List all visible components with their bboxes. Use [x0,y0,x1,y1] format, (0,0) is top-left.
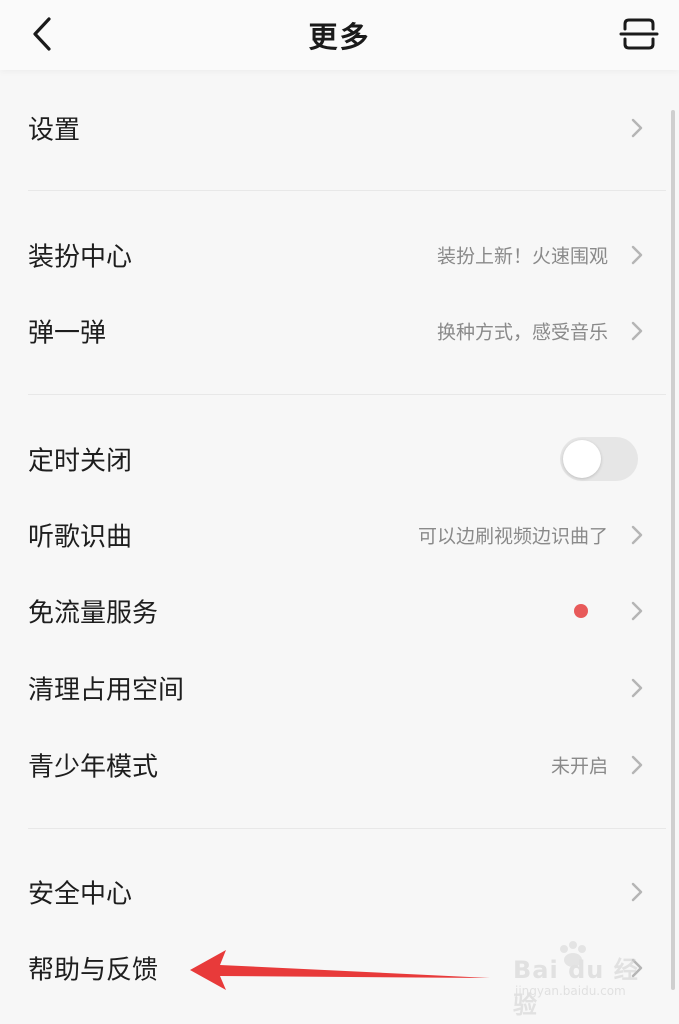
baidu-jingyan-watermark: Bai du 经验 jingyan.baidu.com [513,941,643,1019]
clear-storage-label: 清理占用空间 [28,675,185,706]
chevron-right-icon [631,882,643,902]
dressup-center-label: 装扮中心 [28,242,133,273]
teen-mode-label: 青少年模式 [28,752,159,783]
timer-close-toggle[interactable] [560,437,638,481]
section-divider [28,190,666,191]
free-data-service-label: 免流量服务 [28,598,159,629]
chevron-right-icon [631,525,643,545]
chevron-right-icon [631,678,643,698]
chevron-right-icon [631,118,643,138]
bounce-label: 弹一弹 [28,318,107,349]
security-center-label: 安全中心 [28,879,133,910]
song-recognition-row[interactable]: 听歌识曲 可以边刷视频边识曲了 [0,497,666,573]
settings-row[interactable]: 设置 [0,90,666,166]
timer-close-row: 定时关闭 [0,421,666,497]
help-feedback-label: 帮助与反馈 [28,955,159,986]
free-data-service-row[interactable]: 免流量服务 [0,573,666,649]
section-divider [28,394,666,395]
scrollbar[interactable] [671,110,675,990]
teen-mode-row[interactable]: 青少年模式 未开启 [0,727,666,803]
song-recognition-label: 听歌识曲 [28,522,133,553]
teen-mode-status: 未开启 [550,755,608,778]
watermark-url: jingyan.baidu.com [515,984,626,998]
bounce-subtitle: 换种方式，感受音乐 [436,321,608,344]
chevron-right-icon [631,321,643,341]
timer-close-label: 定时关闭 [28,446,133,477]
clear-storage-row[interactable]: 清理占用空间 [0,650,666,726]
dressup-center-row[interactable]: 装扮中心 装扮上新！火速围观 [0,217,666,293]
notification-dot-badge [574,604,588,618]
section-divider [28,828,666,829]
song-recognition-subtitle: 可以边刷视频边识曲了 [417,525,608,548]
annotation-arrow-icon [190,950,490,990]
toggle-knob [563,440,601,478]
settings-label: 设置 [28,115,81,146]
chevron-right-icon [631,601,643,621]
page-title: 更多 [308,20,371,54]
top-bar: 更多 [0,0,679,70]
scan-icon [619,18,659,50]
chevron-right-icon [631,755,643,775]
security-center-row[interactable]: 安全中心 [0,854,666,930]
bounce-row[interactable]: 弹一弹 换种方式，感受音乐 [0,293,666,369]
scan-button[interactable] [617,12,661,56]
more-screen: 更多 设置 装扮中心 装扮上新！火速围观 弹一弹 换种方式，感受音乐 定时关闭 [0,0,679,1024]
chevron-right-icon [631,245,643,265]
dressup-center-subtitle: 装扮上新！火速围观 [436,245,608,268]
